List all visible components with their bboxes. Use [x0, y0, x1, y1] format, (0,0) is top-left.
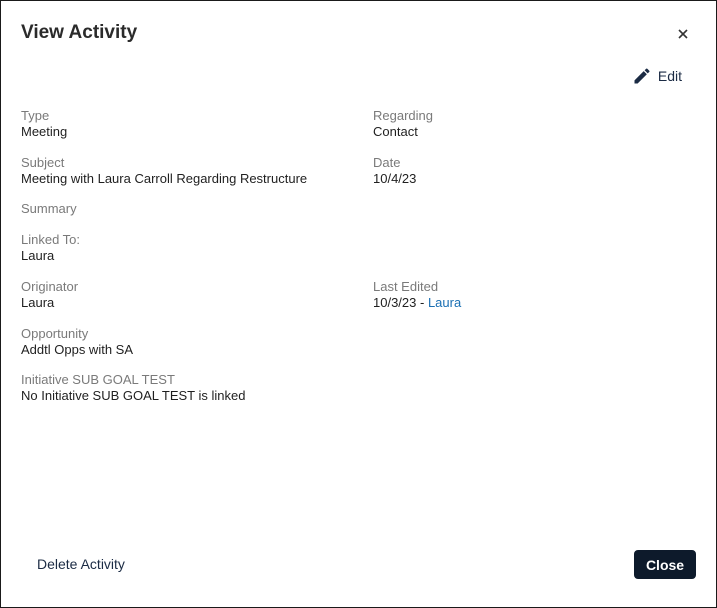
linked-to-link[interactable]: Laura: [21, 248, 80, 264]
edit-button[interactable]: Edit: [632, 66, 682, 86]
type-field: Type Meeting: [21, 108, 67, 140]
edit-label: Edit: [657, 68, 682, 84]
dialog-title: View Activity: [21, 22, 138, 43]
date-field: Date 10/4/23: [373, 155, 416, 187]
initiative-value: No Initiative SUB GOAL TEST is linked: [21, 388, 246, 403]
subject-field: Subject Meeting with Laura Carroll Regar…: [21, 155, 307, 187]
last-edited-date: 10/3/23 -: [373, 295, 428, 310]
initiative-field: Initiative SUB GOAL TEST No Initiative S…: [21, 372, 245, 404]
regarding-value: Contact: [373, 124, 418, 139]
opportunity-link[interactable]: Addtl Opps with SA: [21, 342, 133, 358]
originator-field: Originator Laura: [21, 279, 78, 311]
last-edited-user-link[interactable]: Laura: [428, 295, 461, 310]
last-edited-label: Last Edited: [373, 279, 439, 294]
type-label: Type: [21, 108, 50, 123]
close-icon[interactable]: [674, 25, 692, 43]
subject-value: Meeting with Laura Carroll Regarding Res…: [21, 171, 308, 186]
originator-label: Originator: [21, 279, 79, 294]
pencil-icon: [634, 68, 650, 84]
originator-link[interactable]: Laura: [21, 295, 78, 311]
opportunity-field: Opportunity Addtl Opps with SA: [21, 326, 133, 358]
regarding-field: Regarding Contact: [373, 108, 433, 140]
linked-to-label: Linked To:: [21, 232, 81, 247]
summary-label: Summary: [21, 201, 77, 216]
regarding-label: Regarding: [373, 108, 433, 123]
last-edited-field: Last Edited 10/3/23 - Laura: [373, 279, 461, 311]
last-edited-value: 10/3/23 - Laura: [373, 295, 461, 311]
type-value: Meeting: [21, 124, 68, 139]
linked-to-field: Linked To: Laura: [21, 232, 80, 264]
subject-label: Subject: [21, 155, 65, 170]
initiative-label: Initiative SUB GOAL TEST: [21, 372, 175, 387]
summary-field: Summary: [21, 201, 77, 217]
date-value: 10/4/23: [373, 171, 417, 186]
date-label: Date: [373, 155, 401, 170]
view-activity-dialog: View Activity Edit Type Meeting Regardin…: [0, 0, 717, 608]
close-button[interactable]: Close: [634, 550, 696, 579]
opportunity-label: Opportunity: [21, 326, 89, 341]
delete-activity-button[interactable]: Delete Activity: [37, 556, 125, 572]
